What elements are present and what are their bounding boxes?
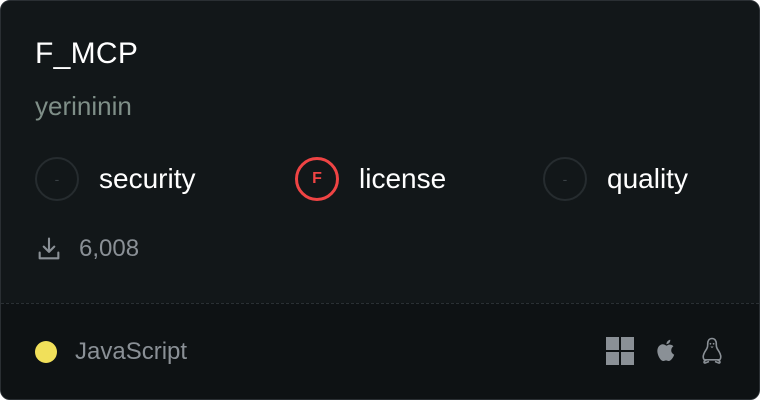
download-count: 6,008 xyxy=(79,235,140,262)
language-color-dot xyxy=(35,341,57,363)
author-name[interactable]: yerininin xyxy=(35,89,132,123)
license-label: license xyxy=(359,163,447,194)
license-grade-badge: F xyxy=(295,157,339,201)
security-score: - security xyxy=(35,155,195,203)
apple-icon xyxy=(657,339,675,362)
language-name: JavaScript xyxy=(75,338,188,365)
license-score: F license xyxy=(295,155,446,203)
quality-score: - quality xyxy=(543,155,688,203)
server-name[interactable]: F_MCP xyxy=(35,35,138,73)
quality-grade-badge: - xyxy=(543,157,587,201)
linux-icon xyxy=(702,337,722,364)
platform-icons xyxy=(589,336,727,366)
download-icon xyxy=(38,237,60,260)
quality-label: quality xyxy=(607,163,688,194)
downloads: 6,008 xyxy=(35,233,139,265)
card-footer: JavaScript xyxy=(1,303,759,399)
windows-icon xyxy=(606,337,634,365)
security-grade-badge: - xyxy=(35,157,79,201)
mcp-server-card[interactable]: F_MCP yerininin - security F license - q… xyxy=(0,0,760,400)
security-label: security xyxy=(99,163,196,194)
